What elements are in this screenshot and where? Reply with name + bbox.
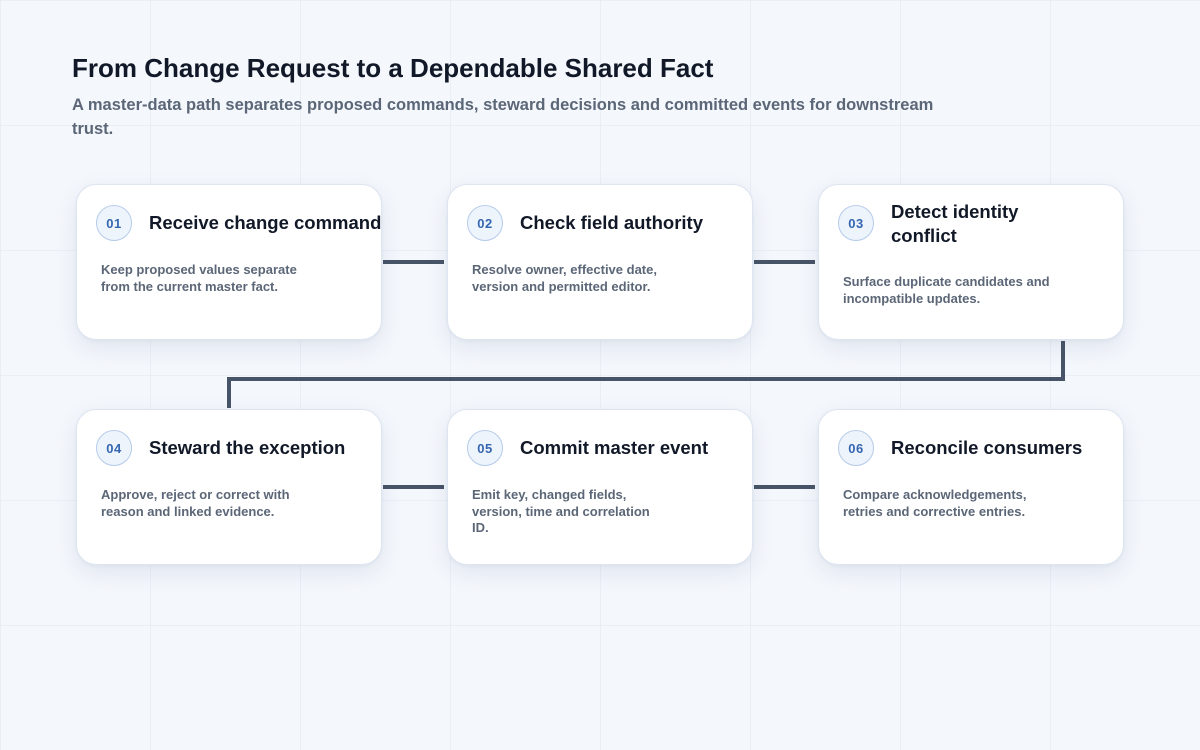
step-card-03: 03 Detect identity conflict Surface dupl…: [818, 184, 1124, 340]
step-card-06: 06 Reconcile consumers Compare acknowled…: [818, 409, 1124, 565]
step-card-04: 04 Steward the exception Approve, reject…: [76, 409, 382, 565]
step-number-badge: 06: [838, 430, 874, 466]
step-title: Check field authority: [520, 212, 703, 233]
step-description: Emit key, changed fields, version, time …: [472, 487, 650, 535]
step-number-badge: 02: [467, 205, 503, 241]
step-description: Resolve owner, effective date, version a…: [472, 262, 657, 294]
step-description: Approve, reject or correct with reason a…: [101, 487, 290, 519]
connector-03-04: [227, 341, 1065, 408]
step-number-badge: 04: [96, 430, 132, 466]
flow-connectors: [227, 260, 1065, 489]
step-description: Keep proposed values separate from the c…: [101, 262, 297, 294]
step-description: Compare acknowledgements, retries and co…: [843, 487, 1027, 519]
step-number-badge: 03: [838, 205, 874, 241]
step-number-badge: 01: [96, 205, 132, 241]
step-card-02: 02 Check field authority Resolve owner, …: [447, 184, 753, 340]
step-title: Reconcile consumers: [891, 437, 1083, 458]
step-card-05: 05 Commit master event Emit key, changed…: [447, 409, 753, 565]
step-description: Surface duplicate candidates and incompa…: [843, 274, 1050, 306]
step-title: Steward the exception: [149, 437, 346, 458]
step-title: Commit master event: [520, 437, 709, 458]
step-title: Receive change command: [149, 212, 382, 233]
step-number-badge: 05: [467, 430, 503, 466]
step-title: Detect identity conflict: [891, 201, 1019, 246]
step-card-01: 01 Receive change command Keep proposed …: [76, 184, 382, 340]
